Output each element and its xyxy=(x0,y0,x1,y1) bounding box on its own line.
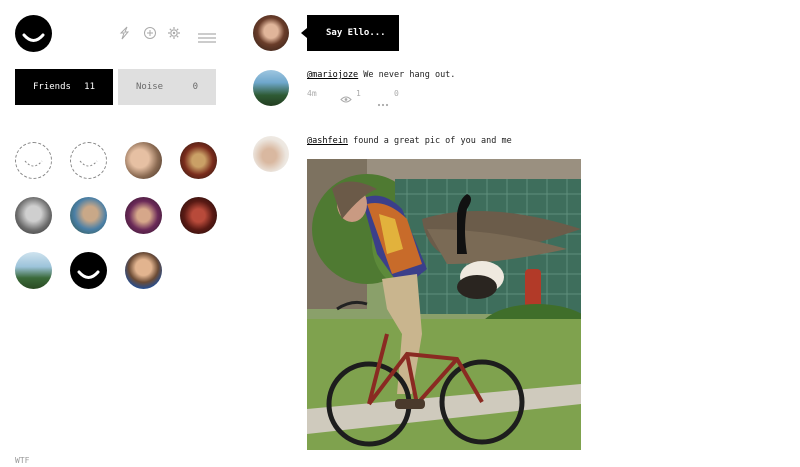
say-ello-label: Say Ello... xyxy=(326,28,386,38)
tab-noise[interactable]: Noise 0 xyxy=(118,69,216,105)
friend-avatar[interactable] xyxy=(125,252,162,289)
add-icon[interactable] xyxy=(143,26,157,40)
friend-avatar[interactable] xyxy=(180,142,217,179)
friend-avatar-ello[interactable] xyxy=(70,252,107,289)
menu-icon[interactable] xyxy=(198,28,216,43)
post-author-avatar[interactable] xyxy=(253,70,289,106)
post-timestamp: 4m xyxy=(307,89,317,98)
friend-avatar[interactable] xyxy=(15,252,52,289)
friend-avatar[interactable] xyxy=(70,197,107,234)
post-author-avatar[interactable] xyxy=(253,136,289,172)
post-body: @ashfein found a great pic of you and me xyxy=(307,136,512,146)
tab-noise-label: Noise xyxy=(136,82,164,92)
post-more-count: 0 xyxy=(394,89,399,98)
post-body: @mariojoze We never hang out. xyxy=(307,70,455,80)
lightning-icon[interactable] xyxy=(119,26,133,40)
friend-avatar[interactable] xyxy=(180,197,217,234)
author-mention-link[interactable]: @ashfein xyxy=(307,136,348,146)
post-view-count: 1 xyxy=(356,89,361,98)
friend-avatar[interactable] xyxy=(125,197,162,234)
gear-icon[interactable] xyxy=(167,26,181,40)
friend-avatar-default[interactable] xyxy=(70,142,107,179)
friend-avatar[interactable] xyxy=(125,142,162,179)
friend-avatar-default[interactable] xyxy=(15,142,52,179)
tab-friends[interactable]: Friends 11 xyxy=(15,69,113,105)
say-ello-button[interactable]: Say Ello... xyxy=(301,15,399,51)
wtf-link[interactable]: WTF xyxy=(15,456,29,465)
eye-icon xyxy=(340,89,352,103)
tab-noise-count: 0 xyxy=(192,82,198,92)
post-text: found a great pic of you and me xyxy=(347,136,512,146)
current-user-avatar[interactable] xyxy=(253,15,289,51)
post-image[interactable] xyxy=(307,159,581,450)
post-text: We never hang out. xyxy=(358,70,456,80)
ello-logo[interactable] xyxy=(15,15,52,52)
tab-friends-label: Friends xyxy=(33,82,71,92)
friend-avatar[interactable] xyxy=(15,197,52,234)
smile-icon xyxy=(22,33,45,42)
tab-friends-count: 11 xyxy=(84,82,95,92)
more-icon[interactable] xyxy=(377,92,389,107)
author-mention-link[interactable]: @mariojoze xyxy=(307,70,358,80)
